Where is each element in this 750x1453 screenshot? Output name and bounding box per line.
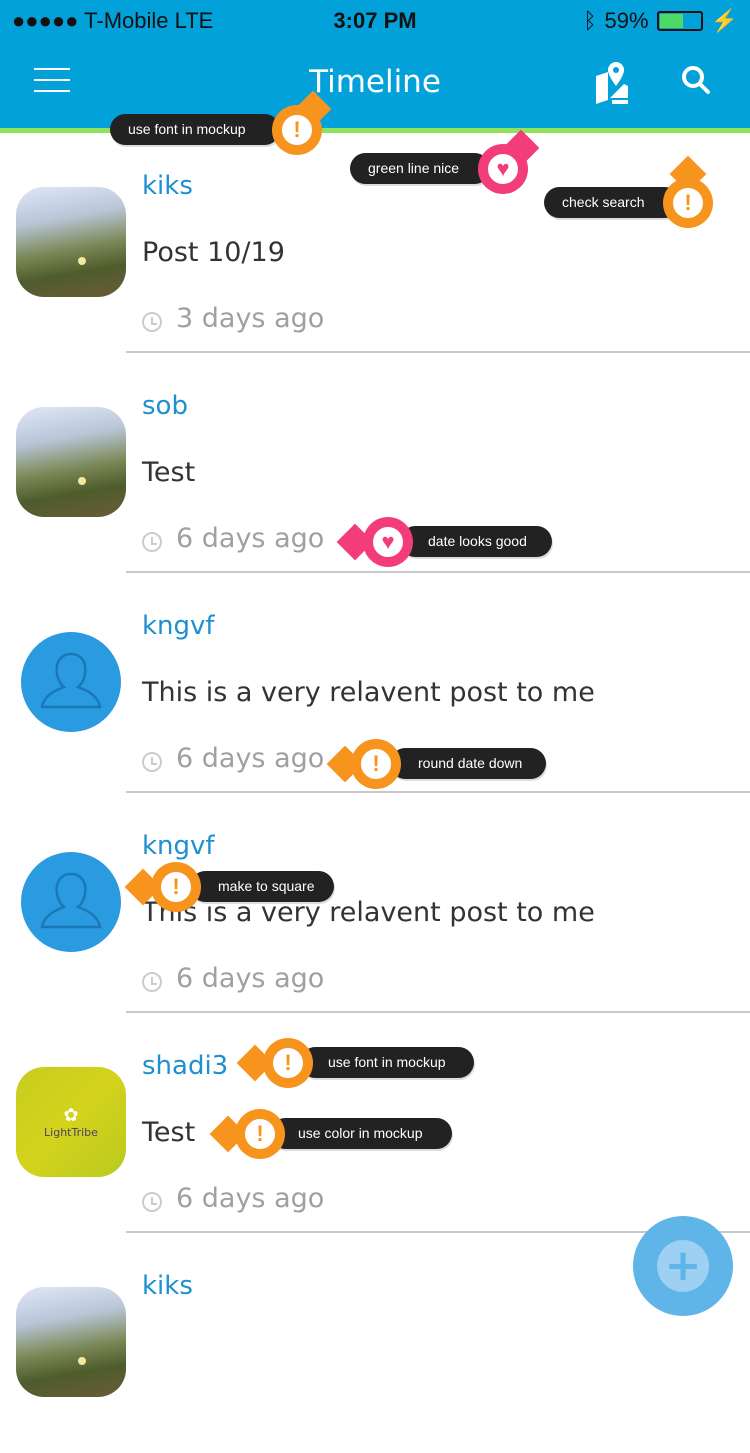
avatar[interactable] bbox=[21, 632, 121, 732]
post-username[interactable]: kngvf bbox=[142, 831, 215, 861]
exclamation-icon: ! bbox=[151, 862, 201, 912]
nav-bar: Timeline bbox=[0, 40, 750, 128]
post-text: This is a very relavent post to me bbox=[142, 677, 595, 708]
status-bar: ●●●●● T-Mobile LTE 3:07 PM ᛒ 59% ⚡ bbox=[0, 0, 750, 40]
post-username[interactable]: sob bbox=[142, 391, 188, 421]
clock-icon bbox=[142, 311, 162, 332]
time-label: 6 days ago bbox=[176, 963, 325, 994]
post-username[interactable]: kiks bbox=[142, 1271, 193, 1301]
charging-icon: ⚡ bbox=[710, 8, 738, 33]
annotation-label: use font in mockup bbox=[110, 114, 280, 145]
time-label: 6 days ago bbox=[176, 1183, 325, 1214]
post-text: Post 10/19 bbox=[142, 237, 285, 268]
clock-icon bbox=[142, 971, 162, 992]
timeline-post[interactable]: kngvf This is a very relavent post to me 6… bbox=[0, 793, 750, 1013]
exclamation-icon: ! bbox=[351, 739, 401, 789]
clock-icon bbox=[142, 531, 162, 552]
annotation-label: use color in mockup bbox=[270, 1118, 452, 1149]
exclamation-icon: ! bbox=[263, 1038, 313, 1088]
post-text: Test bbox=[142, 457, 196, 488]
annotation-label: green line nice bbox=[350, 153, 490, 184]
exclamation-icon: ! bbox=[663, 178, 713, 228]
exclamation-icon: ! bbox=[272, 105, 322, 155]
heart-icon: ♥ bbox=[363, 517, 413, 567]
exclamation-icon: ! bbox=[235, 1109, 285, 1159]
post-text: Test bbox=[142, 1117, 196, 1148]
page-title: Timeline bbox=[309, 64, 441, 100]
avatar[interactable] bbox=[16, 1287, 126, 1397]
annotation-label: round date down bbox=[390, 748, 546, 779]
annotation-label: check search bbox=[544, 187, 680, 218]
clock-icon bbox=[142, 751, 162, 772]
annotation-label: make to square bbox=[190, 871, 334, 902]
time-label: 6 days ago bbox=[176, 743, 325, 774]
avatar[interactable] bbox=[16, 407, 126, 517]
avatar[interactable] bbox=[21, 852, 121, 952]
time-label: 6 days ago bbox=[176, 523, 325, 554]
avatar[interactable] bbox=[16, 187, 126, 297]
post-username[interactable]: shadi3 bbox=[142, 1051, 228, 1081]
post-time: 6 days ago bbox=[142, 1183, 324, 1214]
battery-percent: 59% bbox=[604, 8, 649, 33]
map-icon[interactable] bbox=[594, 60, 630, 104]
avatar[interactable]: ✿ LightTribe bbox=[16, 1067, 126, 1177]
add-post-button[interactable]: + bbox=[633, 1216, 733, 1316]
heart-icon: ♥ bbox=[478, 144, 528, 194]
post-time: 6 days ago bbox=[142, 963, 324, 994]
logo-text: LightTribe bbox=[44, 1126, 98, 1139]
search-icon[interactable] bbox=[680, 64, 712, 96]
annotation-label: use font in mockup bbox=[300, 1047, 474, 1078]
plus-icon: + bbox=[657, 1240, 709, 1292]
post-username[interactable]: kngvf bbox=[142, 611, 215, 641]
battery-icon bbox=[656, 11, 703, 31]
post-time: 6 days ago bbox=[142, 743, 324, 774]
annotation-label: date looks good bbox=[400, 526, 552, 557]
logo-icon: ✿ bbox=[63, 1105, 79, 1126]
time-label: 3 days ago bbox=[176, 303, 325, 334]
post-username[interactable]: kiks bbox=[142, 171, 193, 201]
bluetooth-icon: ᛒ bbox=[583, 8, 597, 33]
post-time: 3 days ago bbox=[142, 303, 324, 334]
post-time: 6 days ago bbox=[142, 523, 324, 554]
clock-icon bbox=[142, 1191, 162, 1212]
